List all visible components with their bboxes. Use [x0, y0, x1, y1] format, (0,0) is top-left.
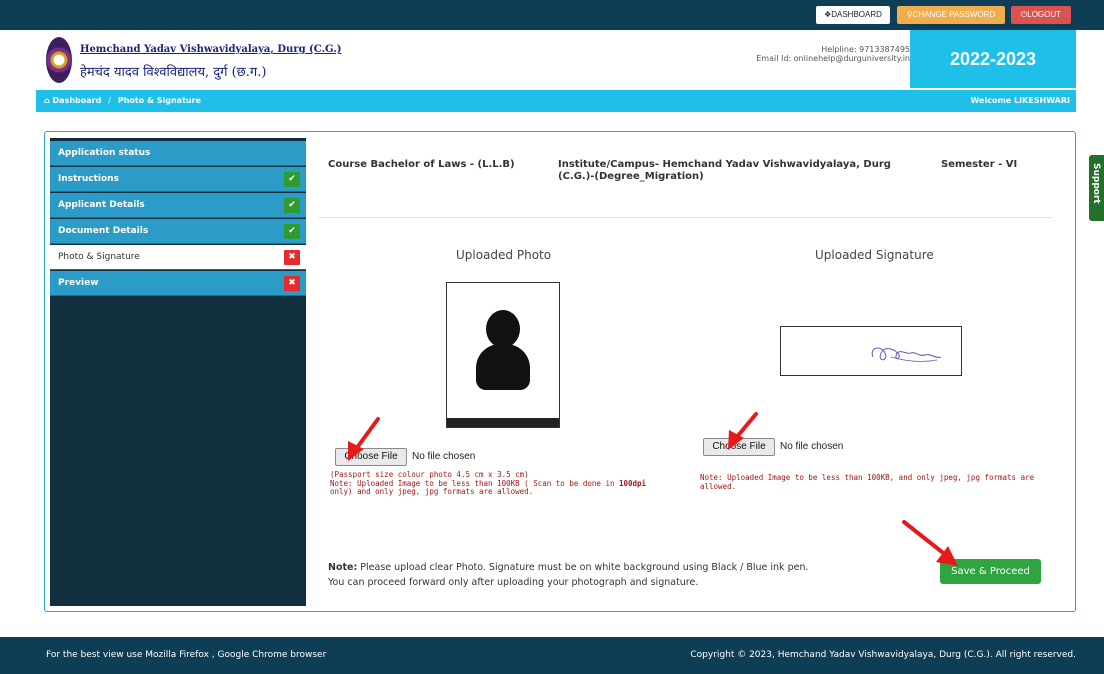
sidebar-item-label: Document Details [58, 226, 149, 236]
signature-upload-note: Note: Uploaded Image to be less than 100… [700, 473, 1035, 491]
institute-name: Institute/Campus- Hemchand Yadav Vishwav… [558, 159, 891, 182]
contact-info: Helpline: 9713387495 Email Id: onlinehel… [756, 45, 910, 63]
semester-info: Semester - VI [941, 159, 1018, 170]
session-year: 2022-2023 [910, 30, 1076, 88]
breadcrumb-home-link[interactable]: ⌂ Dashboard [44, 96, 101, 105]
annotation-arrow-icon [348, 417, 380, 461]
logout-button[interactable]: ⏻LOGOUT [1011, 6, 1071, 24]
university-name-english[interactable]: Hemchand Yadav Vishwavidyalaya, Durg (C.… [80, 44, 341, 55]
sidebar-item-label: Preview [58, 278, 99, 288]
bottom-note: Note: Please upload clear Photo. Signatu… [328, 560, 809, 590]
photo-dpi-note: 100dpi [618, 478, 647, 488]
support-label: Support [1091, 163, 1101, 204]
cross-icon: ✖ [284, 250, 300, 265]
email-text: Email Id: onlinehelp@durguniversity.in [756, 54, 910, 63]
content-divider [318, 217, 1052, 218]
uploaded-photo-title: Uploaded Photo [456, 248, 552, 262]
bottom-note-text: Please upload clear Photo. Signature mus… [357, 562, 809, 573]
copyright-text: Copyright © 2023, Hemchand Yadav Vishwav… [690, 650, 1076, 660]
uploaded-signature-title: Uploaded Signature [815, 248, 934, 262]
sidebar-item-label: Applicant Details [58, 200, 145, 210]
university-logo-icon [46, 37, 72, 83]
sidebar-item-document-details[interactable]: Document Details ✔ [50, 219, 306, 244]
bottom-note-label: Note: [328, 562, 358, 573]
bottom-note-line1: Note: Please upload clear Photo. Signatu… [328, 560, 809, 575]
check-icon: ✔ [284, 198, 300, 213]
dashboard-button[interactable]: ❖DASHBOARD [816, 6, 890, 24]
breadcrumb-current: Photo & Signature [117, 96, 201, 105]
support-tab[interactable]: Support [1089, 155, 1104, 221]
helpline-text: Helpline: 9713387495 [821, 45, 910, 54]
course-name: Course Bachelor of Laws - (L.L.B) [328, 159, 515, 170]
sidebar-item-applicant-details[interactable]: Applicant Details ✔ [50, 193, 306, 218]
sidebar-item-label: Application status [58, 148, 151, 158]
placeholder-person-body [476, 344, 530, 390]
photo-file-status: No file chosen [412, 451, 476, 462]
bottom-note-line2: You can proceed forward only after uploa… [328, 577, 699, 588]
annotation-arrow-icon [728, 412, 758, 450]
change-password-button[interactable]: ⚲CHANGE PASSWORD [897, 6, 1005, 24]
signature-file-status: No file chosen [780, 441, 844, 452]
sidebar-item-label: Photo & Signature [58, 252, 140, 262]
annotation-arrow-icon [902, 520, 958, 566]
signature-preview [780, 326, 962, 376]
breadcrumb-separator: / [108, 96, 112, 105]
photo-upload-note: (Passport size colour photo 4.5 cm x 3.5… [330, 470, 670, 497]
university-name-hindi: हेमचंद यादव विश्वविद्यालय, दुर्ग (छ.ग.) [80, 65, 267, 80]
sidebar-item-label: Instructions [58, 174, 119, 184]
photo-format-note-end: only) and only jpeg, jpg formats are all… [330, 487, 534, 496]
signature-scribble-icon [871, 347, 942, 362]
check-icon: ✔ [284, 224, 300, 239]
placeholder-person-icon [486, 310, 520, 348]
cross-icon: ✖ [284, 276, 300, 291]
sidebar-item-preview[interactable]: Preview ✖ [50, 271, 306, 296]
breadcrumb: ⌂ Dashboard / Photo & Signature Welcome … [36, 90, 1076, 112]
sidebar-item-instructions[interactable]: Instructions ✔ [50, 167, 306, 192]
check-icon: ✔ [284, 172, 300, 187]
welcome-user: Welcome LIKESHWARI [970, 96, 1070, 105]
photo-caption-strip [447, 418, 559, 427]
browser-recommendation: For the best view use Mozilla Firefox , … [46, 650, 327, 660]
footer: For the best view use Mozilla Firefox , … [0, 637, 1104, 674]
sidebar-item-photo-signature[interactable]: Photo & Signature ✖ [50, 245, 306, 270]
sidebar-item-application-status[interactable]: Application status [50, 141, 306, 166]
